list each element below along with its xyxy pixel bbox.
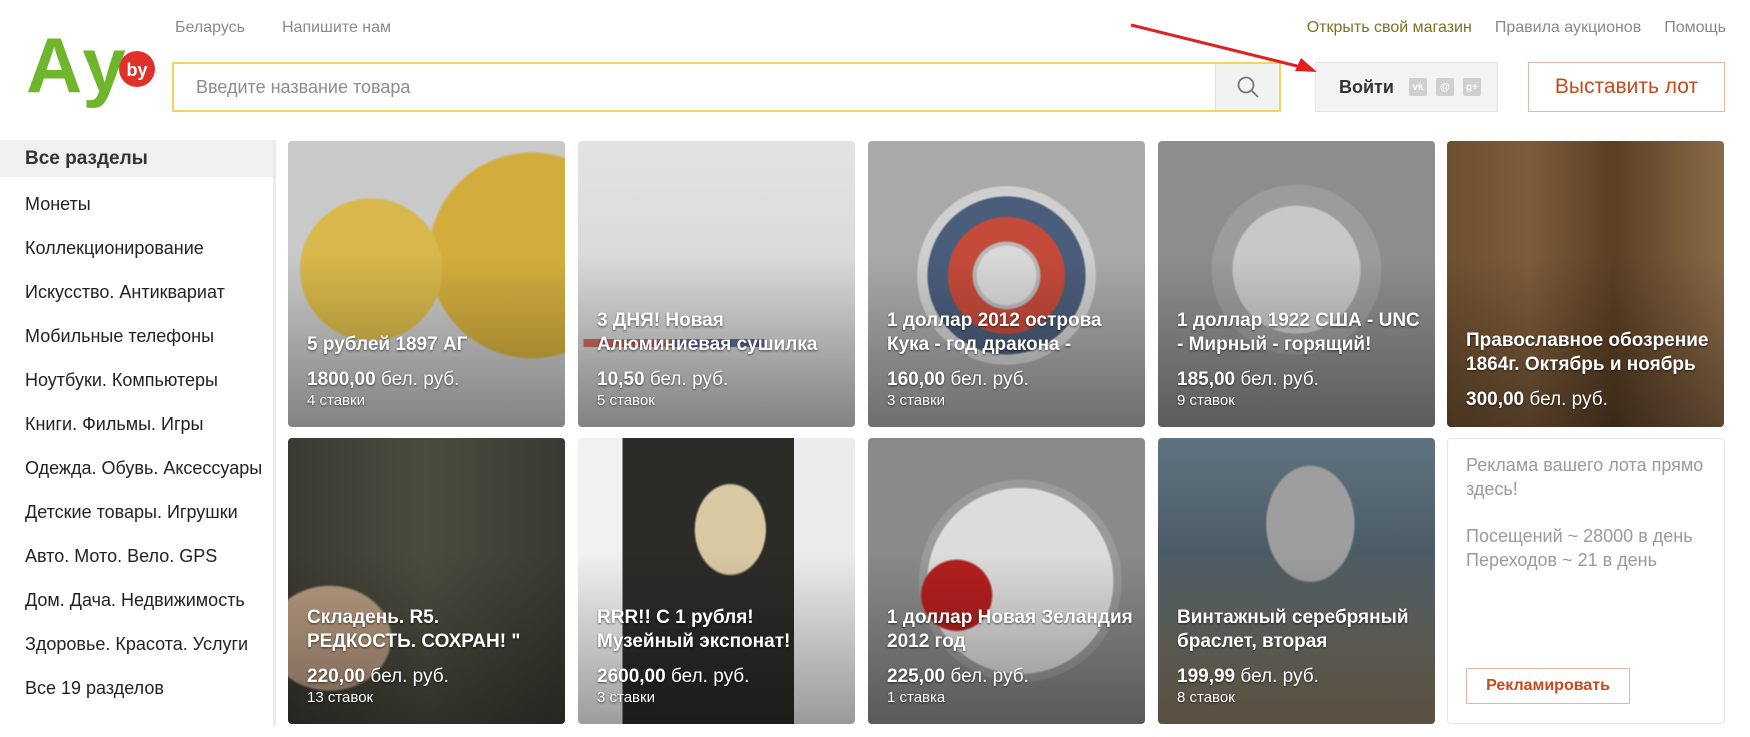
lot-bids: 8 ставок — [1177, 689, 1235, 706]
lot-card[interactable]: 1 доллар 2012 острова Кука - год дракона… — [868, 141, 1145, 427]
lot-price: 1800,00 бел. руб. — [307, 369, 460, 390]
lot-card[interactable]: 5 рублей 1897 АГ 1800,00 бел. руб. 4 ста… — [288, 141, 565, 427]
mail-icon[interactable]: @ — [1435, 78, 1454, 96]
lot-price: 2600,00 бел. руб. — [597, 666, 750, 687]
lot-price: 10,50 бел. руб. — [597, 369, 729, 390]
top-links-right: Открыть свой магазин Правила аукционов П… — [1307, 19, 1726, 37]
lot-bids: 1 ставка — [887, 689, 946, 706]
open-shop-link[interactable]: Открыть свой магазин — [1307, 19, 1472, 37]
lot-card[interactable]: Винтажный серебряный браслет, вторая 199… — [1158, 438, 1435, 724]
category-health-beauty[interactable]: Здоровье. Красота. Услуги — [0, 622, 273, 666]
lot-card[interactable]: 1 доллар 1922 США - UNC - Мирный - горящ… — [1158, 141, 1435, 427]
lot-price: 160,00 бел. руб. — [887, 369, 1029, 390]
lot-title: RRR!! С 1 рубля! Музейный экспонат! — [597, 607, 791, 652]
lot-price: 225,00 бел. руб. — [887, 666, 1029, 687]
ad-headline: Реклама вашего лота прямо здесь! — [1466, 455, 1704, 499]
lot-bids: 3 ставки — [597, 689, 655, 706]
lot-card[interactable]: Складень. R5. РЕДКОСТЬ. СОХРАН! " 220,00… — [288, 438, 565, 724]
login-button[interactable]: Войти vk @ g+ — [1315, 62, 1498, 112]
top-links-left: Беларусь Напишите нам — [175, 19, 391, 37]
category-mobile-phones[interactable]: Мобильные телефоны — [0, 314, 273, 358]
search-bar — [172, 62, 1281, 112]
lot-title: 5 рублей 1897 АГ — [307, 334, 468, 355]
lot-title: Православное обозрение 1864г. Октябрь и … — [1466, 330, 1709, 375]
login-label: Войти — [1339, 76, 1394, 97]
ad-clicks: Переходов ~ 21 в день — [1466, 550, 1657, 570]
search-input[interactable] — [174, 64, 1215, 110]
category-books-films-games[interactable]: Книги. Фильмы. Игры — [0, 402, 273, 446]
category-all-sections[interactable]: Все 19 разделов — [0, 666, 273, 710]
lot-card[interactable]: 3 ДНЯ! Новая Алюминиевая сушилка 10,50 б… — [578, 141, 855, 427]
lot-title: 3 ДНЯ! Новая Алюминиевая сушилка — [597, 310, 818, 355]
lot-card[interactable]: Православное обозрение 1864г. Октябрь и … — [1447, 141, 1724, 427]
lot-title: 1 доллар Новая Зеландия 2012 год — [887, 607, 1133, 652]
all-categories-header[interactable]: Все разделы — [0, 140, 273, 177]
ad-visits: Посещений ~ 28000 в день — [1466, 526, 1693, 546]
help-link[interactable]: Помощь — [1664, 19, 1726, 37]
search-icon — [1237, 76, 1259, 98]
lot-bids: 3 ставки — [887, 392, 945, 409]
category-kids-toys[interactable]: Детские товары. Игрушки — [0, 490, 273, 534]
ad-promo-card: Реклама вашего лота прямо здесь! Посещен… — [1447, 438, 1725, 724]
contact-link[interactable]: Напишите нам — [282, 19, 391, 37]
svg-text:by: by — [126, 60, 147, 80]
region-link[interactable]: Беларусь — [175, 19, 245, 37]
lot-card[interactable]: RRR!! С 1 рубля! Музейный экспонат! 2600… — [578, 438, 855, 724]
category-clothing[interactable]: Одежда. Обувь. Аксессуары — [0, 446, 273, 490]
lot-title: 1 доллар 1922 США - UNC - Мирный - горящ… — [1177, 310, 1420, 355]
category-laptops-computers[interactable]: Ноутбуки. Компьютеры — [0, 358, 273, 402]
lot-price: 220,00 бел. руб. — [307, 666, 449, 687]
advertise-button[interactable]: Рекламировать — [1466, 668, 1630, 704]
lot-price: 185,00 бел. руб. — [1177, 369, 1319, 390]
logo-graphic: Ау by — [26, 21, 155, 109]
category-sidebar: Все разделы Монеты Коллекционирование Ис… — [0, 140, 276, 726]
search-button[interactable] — [1215, 64, 1279, 110]
category-home-realty[interactable]: Дом. Дача. Недвижимость — [0, 578, 273, 622]
category-art-antiques[interactable]: Искусство. Антиквариат — [0, 270, 273, 314]
google-plus-icon[interactable]: g+ — [1462, 78, 1481, 96]
lot-card[interactable]: 1 доллар Новая Зеландия 2012 год 225,00 … — [868, 438, 1145, 724]
vk-icon[interactable]: vk — [1408, 78, 1427, 96]
category-auto-moto[interactable]: Авто. Мото. Вело. GPS — [0, 534, 273, 578]
lot-title: 1 доллар 2012 острова Кука - год дракона… — [887, 310, 1102, 355]
place-lot-button[interactable]: Выставить лот — [1528, 62, 1725, 112]
category-list: Монеты Коллекционирование Искусство. Ант… — [0, 182, 273, 710]
category-collecting[interactable]: Коллекционирование — [0, 226, 273, 270]
category-coins[interactable]: Монеты — [0, 182, 273, 226]
site-logo[interactable]: Ау by — [26, 21, 156, 110]
auction-rules-link[interactable]: Правила аукционов — [1495, 19, 1641, 37]
lot-title: Складень. R5. РЕДКОСТЬ. СОХРАН! " — [307, 607, 521, 652]
lot-bids: 9 ставок — [1177, 392, 1235, 409]
svg-text:Ау: Ау — [26, 22, 126, 109]
lot-price: 300,00 бел. руб. — [1466, 389, 1608, 410]
lot-title: Винтажный серебряный браслет, вторая — [1177, 607, 1409, 652]
lot-price: 199,99 бел. руб. — [1177, 666, 1319, 687]
lot-bids: 5 ставок — [597, 392, 655, 409]
lot-bids: 13 ставок — [307, 689, 374, 706]
lot-bids: 4 ставки — [307, 392, 365, 409]
